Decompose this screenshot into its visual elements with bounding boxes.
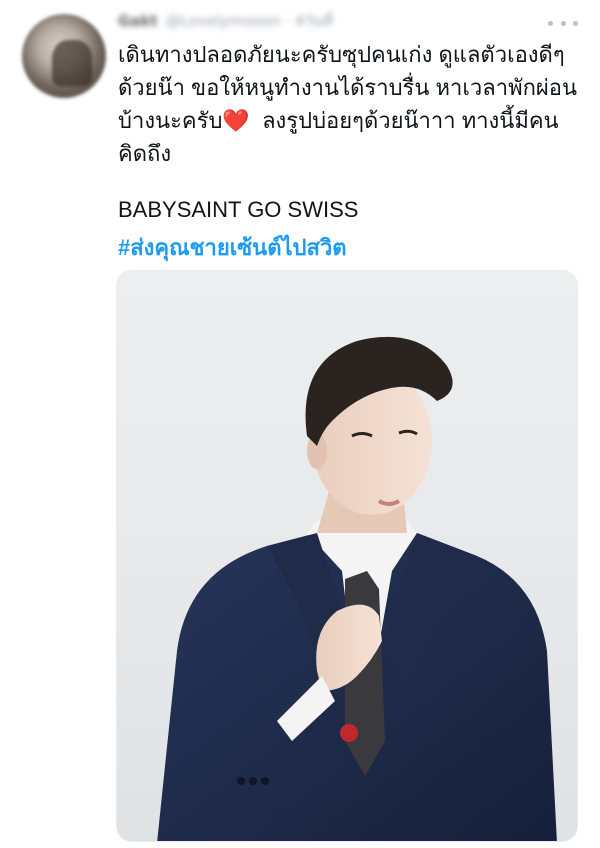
author-handle[interactable]: @Lovelymooon · 4วันที่ (166, 9, 333, 33)
photo-illustration (157, 336, 557, 841)
tweet-text-line: คิดถึง (118, 141, 172, 166)
tweet-text-segment: ลงรูปบ่อยๆด้วยน๊าาา ทางนี้มีคน (262, 108, 559, 133)
heart-emoji-icon: ❤️ (222, 108, 250, 133)
tweet-header: Gakt @Lovelymooon · 4วันที่ (118, 10, 538, 32)
more-horizontal-icon[interactable] (548, 14, 578, 32)
tweet-text: เดินทางปลอดภัยนะครับซุปคนเก่ง ดูแลตัวเอง… (118, 38, 584, 170)
tweet-photo[interactable] (116, 270, 578, 842)
author-name[interactable]: Gakt (118, 12, 158, 30)
hashtag-link[interactable]: #ส่งคุณชายเซ้นต์ไปสวิต (118, 230, 347, 265)
tweet-text-line: ด้วยน๊า ขอให้หนูทำงานได้ราบรื่น หาเวลาพั… (118, 75, 578, 100)
tweet-title-line: BABYSAINT GO SWISS (118, 197, 359, 222)
tweet: Gakt @Lovelymooon · 4วันที่ เดินทางปลอดภ… (0, 0, 600, 848)
tweet-text-segment: บ้างนะครับ (118, 108, 223, 133)
tweet-text-line: บ้างนะครับ❤️ ลงรูปบ่อยๆด้วยน๊าาา ทางนี้ม… (118, 104, 584, 137)
avatar[interactable] (22, 14, 106, 98)
tie-emblem (340, 724, 358, 742)
tweet-text-line: เดินทางปลอดภัยนะครับซุปคนเก่ง ดูแลตัวเอง… (118, 42, 565, 67)
